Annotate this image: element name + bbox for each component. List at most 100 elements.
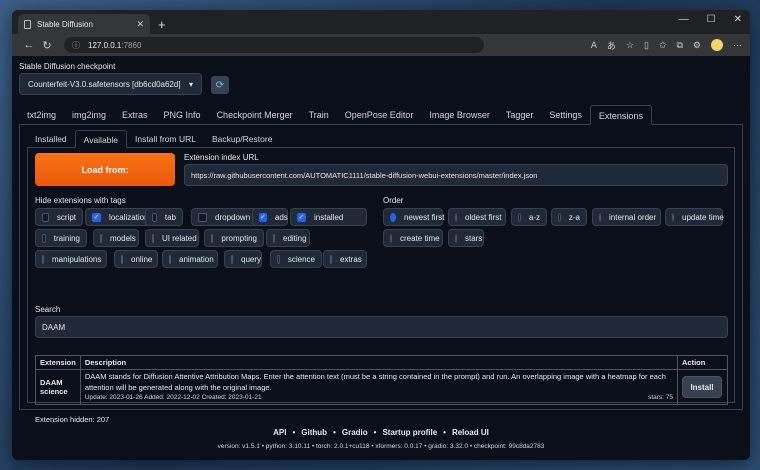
tag-checkbox-query[interactable]: query xyxy=(224,250,262,268)
separator-dot: • xyxy=(333,428,336,437)
tag-checkbox-tab[interactable]: tab xyxy=(145,208,183,226)
extension-stars: stars: 75 xyxy=(648,394,673,401)
checkmark-icon: ✓ xyxy=(297,212,306,222)
extension-hidden-count: Extension hidden: 207 xyxy=(35,415,110,424)
checkpoint-dropdown[interactable]: Counterfeit-V3.0.safetensors [db6cd0a62d… xyxy=(19,73,202,95)
tag-checkbox-animation[interactable]: animation xyxy=(162,250,218,268)
extension-meta-row: Update: 2023-01-26 Added: 2022-12-02 Cre… xyxy=(85,393,673,402)
tag-checkbox-models[interactable]: models xyxy=(93,229,139,247)
tag-label: editing xyxy=(283,233,307,243)
tag-label: script xyxy=(56,212,76,222)
extension-description-cell: DAAM stands for Diffusion Attentive Attr… xyxy=(79,368,679,406)
tab-img2img[interactable]: img2img xyxy=(64,105,114,124)
back-icon[interactable]: ← xyxy=(20,39,38,51)
radio-icon xyxy=(390,233,392,243)
tag-checkbox-science[interactable]: science xyxy=(270,250,322,268)
tab-png-info[interactable]: PNG Info xyxy=(156,105,209,124)
tag-checkbox-online[interactable]: online xyxy=(114,250,158,268)
chevron-down-icon: ▾ xyxy=(188,79,193,89)
tab-extensions[interactable]: Extensions xyxy=(589,105,652,125)
order-radio-oldest-first[interactable]: oldest first xyxy=(448,208,506,226)
refresh-checkpoint-button[interactable]: ⟳ xyxy=(211,76,229,94)
tab-extras[interactable]: Extras xyxy=(114,105,156,124)
tab-settings[interactable]: Settings xyxy=(541,105,590,124)
extension-dates: Update: 2023-01-26 Added: 2022-12-02 Cre… xyxy=(84,394,262,401)
order-radio-z-a[interactable]: z-a xyxy=(551,208,587,226)
more-icon[interactable]: ··· xyxy=(733,40,742,50)
tag-label: dropdown xyxy=(215,212,251,222)
extension-name[interactable]: DAAM science xyxy=(35,368,81,406)
subtab-install-from-url[interactable]: Install from URL xyxy=(127,130,204,147)
tag-checkbox-script[interactable]: script xyxy=(35,208,83,226)
close-window-icon[interactable]: ✕ xyxy=(734,14,742,25)
separator-dot: • xyxy=(443,428,446,437)
separator-dot: • xyxy=(373,428,377,437)
checkbox-icon xyxy=(211,233,214,243)
footer-link-api[interactable]: API xyxy=(273,428,286,437)
tag-label: extras xyxy=(340,254,362,264)
order-radio-create-time[interactable]: create time xyxy=(383,229,443,247)
tab-openpose-editor[interactable]: OpenPose Editor xyxy=(337,105,422,124)
tab-tagger[interactable]: Tagger xyxy=(498,105,542,124)
new-tab-icon[interactable]: + xyxy=(158,17,166,32)
footer-link-reload-ui[interactable]: Reload UI xyxy=(452,428,489,437)
order-radio-newest-first[interactable]: newest first xyxy=(383,208,444,226)
tag-checkbox-editing[interactable]: editing xyxy=(266,229,310,247)
index-url-input[interactable]: https://raw.githubusercontent.com/AUTOMA… xyxy=(184,164,728,186)
address-bar: ← ↻ ⓘ 127.0.0.1:7860 A あ ☆ ▯ ✩ ⧉ ⚙ ··· xyxy=(12,34,750,56)
tab-txt2img[interactable]: txt2img xyxy=(19,105,64,124)
window-controls: — ☐ ✕ xyxy=(679,14,742,25)
footer-link-github[interactable]: Github xyxy=(301,428,327,437)
url-host: 127.0.0.1 xyxy=(88,40,122,50)
tab-checkpoint-merger[interactable]: Checkpoint Merger xyxy=(209,105,301,124)
order-radio-internal-order[interactable]: internal order xyxy=(592,208,661,226)
subtab-backup-restore[interactable]: Backup/Restore xyxy=(204,130,280,147)
minimize-icon[interactable]: — xyxy=(679,14,689,25)
order-label: Order xyxy=(383,196,404,205)
info-icon[interactable]: ⓘ xyxy=(72,40,80,51)
tag-label: installed xyxy=(314,212,344,222)
subtab-installed[interactable]: Installed xyxy=(27,130,75,147)
profile-avatar[interactable] xyxy=(711,39,723,51)
tag-label: ads xyxy=(274,212,288,222)
checkbox-icon xyxy=(231,254,233,264)
footer-link-gradio[interactable]: Gradio xyxy=(342,428,368,437)
main-tabs: txt2img img2img Extras PNG Info Checkpoint M… xyxy=(19,105,743,125)
translate-icon[interactable]: あ xyxy=(607,39,616,52)
tag-checkbox-ui-related[interactable]: UI related xyxy=(145,229,199,247)
tab-image-browser[interactable]: Image Browser xyxy=(421,105,498,124)
tag-checkbox-prompting[interactable]: prompting xyxy=(204,229,264,247)
order-radio-update-time[interactable]: update time xyxy=(665,208,724,226)
favorite-icon[interactable]: ☆ xyxy=(626,40,634,51)
footer-link-startup-profile[interactable]: Startup profile xyxy=(382,428,437,437)
tag-checkbox-manipulations[interactable]: manipulations xyxy=(35,250,107,268)
install-button[interactable]: Install xyxy=(682,376,722,399)
header-extension: Extension xyxy=(35,355,81,370)
browser-tab[interactable]: Stable Diffusion ✕ xyxy=(18,14,150,34)
subtab-available[interactable]: Available xyxy=(74,130,128,148)
favorites-icon[interactable]: ✩ xyxy=(659,40,667,51)
order-label: create time xyxy=(400,233,440,243)
order-radio-a-z[interactable]: a-z xyxy=(511,208,547,226)
radio-icon xyxy=(558,212,561,222)
tag-checkbox-ads[interactable]: ✓ ads xyxy=(252,208,288,226)
read-aloud-icon[interactable]: A xyxy=(591,40,597,50)
tag-label: science xyxy=(287,254,315,264)
split-screen-icon[interactable]: ▯ xyxy=(644,40,649,51)
tag-label: animation xyxy=(179,254,214,264)
close-tab-icon[interactable]: ✕ xyxy=(136,19,144,30)
extensions-icon[interactable]: ⚙ xyxy=(693,40,701,51)
tab-train[interactable]: Train xyxy=(301,105,337,124)
tag-checkbox-extras[interactable]: extras xyxy=(323,250,367,268)
maximize-icon[interactable]: ☐ xyxy=(707,14,716,25)
reload-icon[interactable]: ↻ xyxy=(38,39,56,52)
tag-checkbox-training[interactable]: training xyxy=(35,229,87,247)
order-radio-stars[interactable]: stars xyxy=(448,229,484,247)
tag-checkbox-installed[interactable]: ✓ installed xyxy=(290,208,367,226)
url-field[interactable]: ⓘ 127.0.0.1:7860 xyxy=(64,37,484,53)
load-from-button[interactable]: Load from: xyxy=(35,153,175,186)
tag-label: models xyxy=(110,233,136,243)
search-input[interactable]: DAAM xyxy=(35,316,728,338)
tag-label: UI related xyxy=(162,233,197,243)
collections-icon[interactable]: ⧉ xyxy=(676,40,682,51)
